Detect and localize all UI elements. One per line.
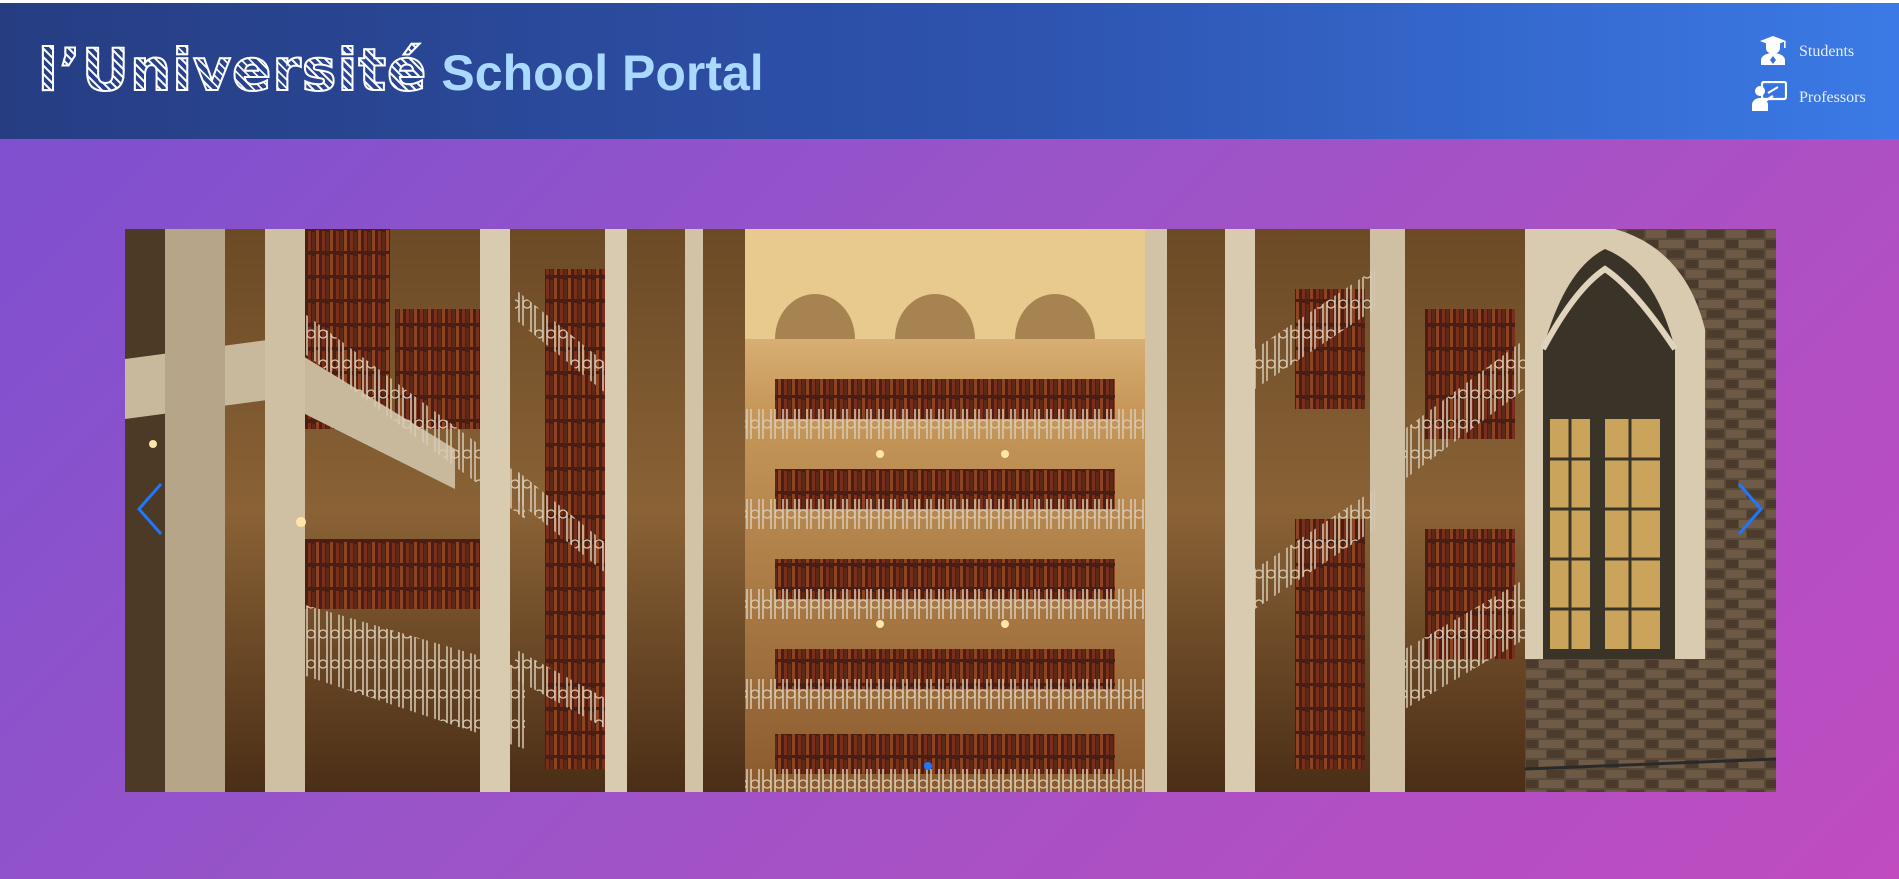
- chevron-left-icon: [137, 483, 163, 535]
- portal-nav: Students Professors: [1737, 29, 1877, 121]
- nav-item-students[interactable]: Students: [1737, 29, 1877, 75]
- brand-subtitle: School Portal: [441, 45, 764, 101]
- nav-item-professors[interactable]: Professors: [1737, 75, 1877, 121]
- carousel-indicators: [924, 762, 932, 770]
- nav-label-professors: Professors: [1799, 89, 1866, 106]
- carousel-indicator-dot[interactable]: [924, 762, 932, 770]
- image-carousel[interactable]: [125, 229, 1776, 792]
- carousel-next-button[interactable]: [1731, 480, 1767, 538]
- brand-name: l’Université: [37, 35, 428, 105]
- graduate-icon: [1759, 35, 1787, 70]
- site-brand[interactable]: l’Université School Portal: [37, 35, 764, 105]
- chevron-right-icon: [1737, 483, 1763, 535]
- nav-label-students: Students: [1799, 43, 1855, 60]
- teacher-board-icon: [1751, 80, 1788, 116]
- carousel-prev-button[interactable]: [133, 480, 169, 538]
- site-header: l’Université School Portal Students Prof…: [0, 3, 1899, 139]
- library-photo: [125, 229, 1776, 792]
